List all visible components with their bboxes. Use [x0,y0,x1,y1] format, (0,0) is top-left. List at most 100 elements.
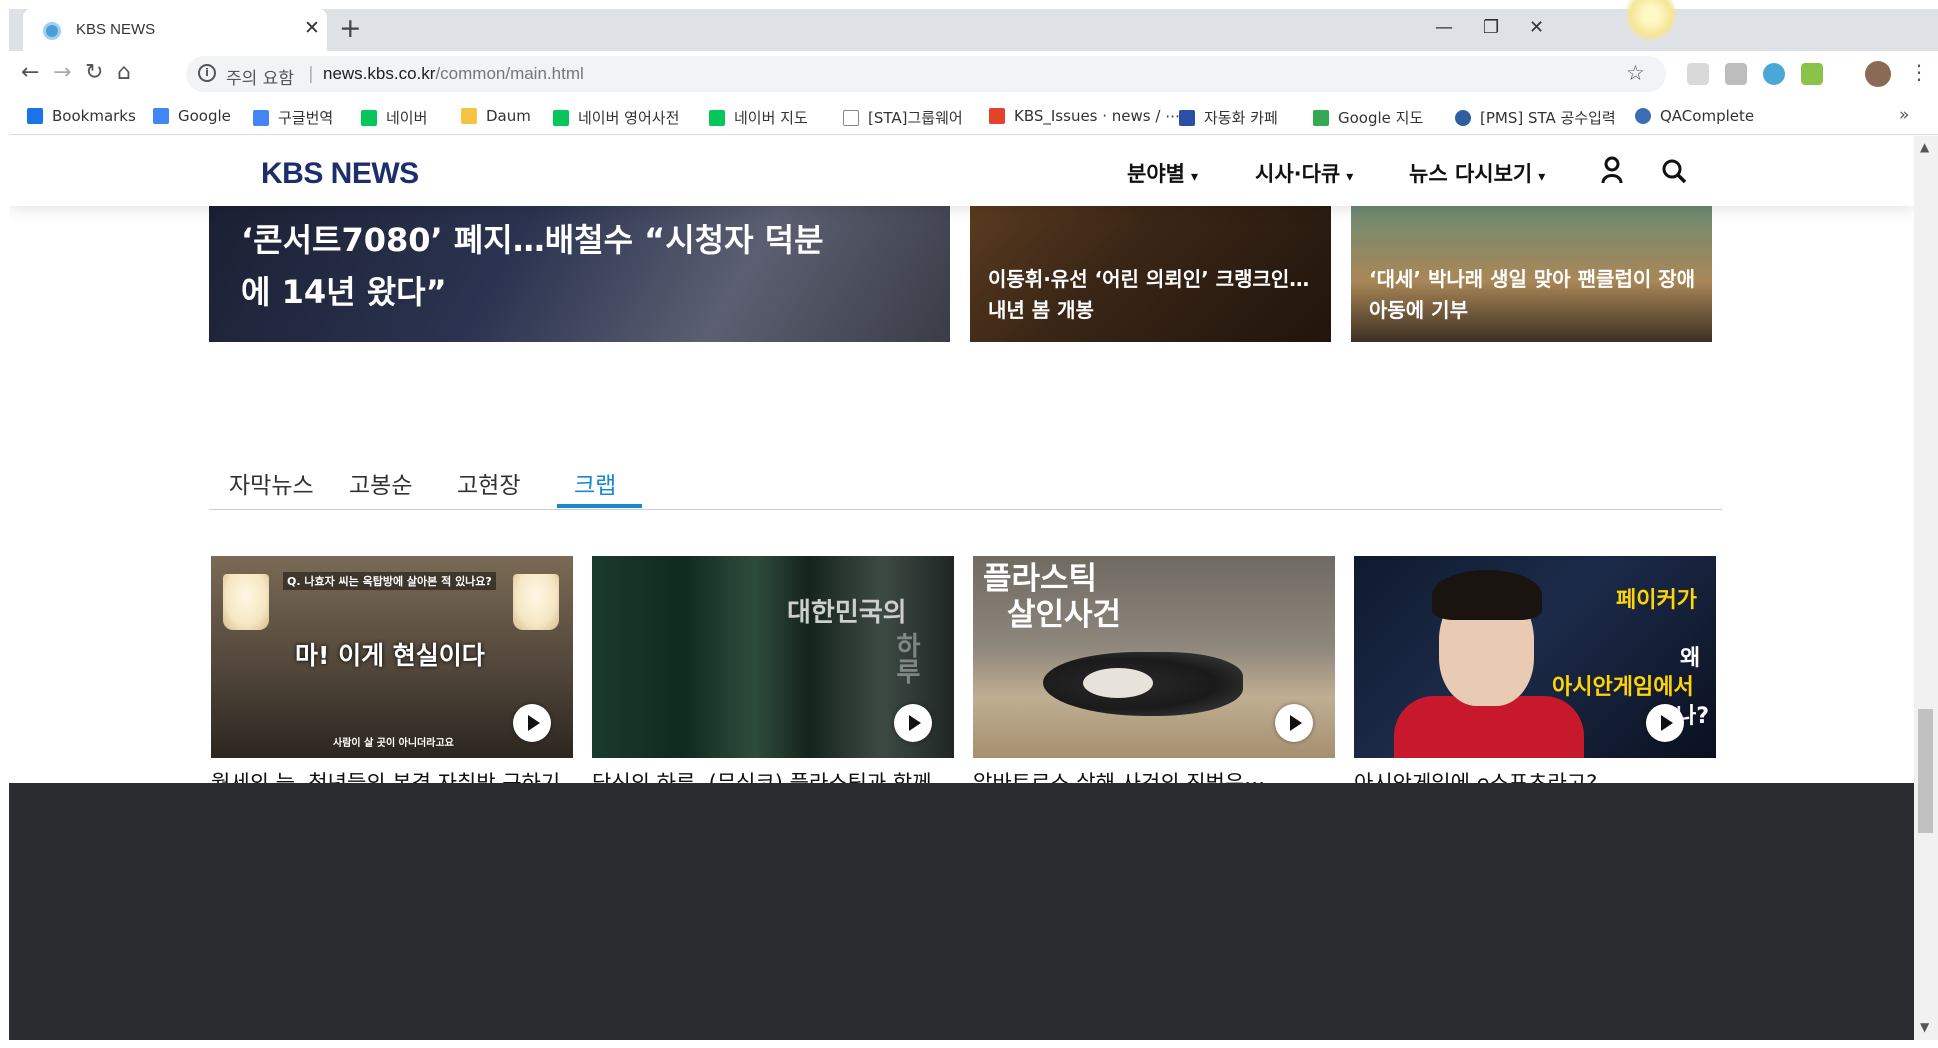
bookmark-label: 네이버 영어사전 [578,109,680,127]
info-icon[interactable]: i [198,64,216,82]
bookmark-label: 네이버 지도 [734,109,808,127]
tab-crab[interactable]: 크랩 [574,466,616,500]
thumb-caption: 살인사건 [1007,597,1122,633]
player-hair-image [1432,570,1542,620]
page-icon [843,110,859,126]
address-url[interactable]: news.kbs.co.kr/common/main.html [323,64,584,84]
nav-current-affairs[interactable]: 시사·다큐 ▾ [1255,158,1353,188]
bookmark-item[interactable]: Google [153,107,231,125]
video-card[interactable]: Q. 나효자 씨는 옥탑방에 살아본 적 있나요? 마! 이게 현실이다 사람이… [211,556,573,799]
thumb-caption: 대한민국의 [787,598,907,628]
bookmark-item[interactable]: KBS_Issues · news / ⋯ [989,107,1180,125]
bookmark-item[interactable]: QAComplete [1635,107,1754,125]
video-card[interactable]: 플라스틱 살인사건 알바트로스 살해 사건의 진범은⋯ [973,556,1335,799]
bookmark-label: [STA]그룹웨어 [868,109,963,127]
browser-tab[interactable]: KBS NEWS ✕ [23,9,327,51]
video-card[interactable]: 페이커가 왜 아시안게임에서 나? 아시안게임에 e스포츠라고? [1354,556,1716,799]
scroll-down-icon[interactable]: ▼ [1920,1020,1929,1034]
new-tab-button[interactable]: + [339,13,362,44]
home-icon[interactable]: ⌂ [117,60,131,85]
thumb-caption: 아시안게임에서 [1552,675,1694,700]
top-news-sub[interactable]: ‘대세’ 박나래 생일 맞아 팬클럽이 장애아동에 기부 [1351,206,1712,342]
cafe-icon [1179,110,1195,126]
naver-dict-icon [553,110,569,126]
close-tab-icon[interactable]: ✕ [304,17,320,39]
bookmark-label: 구글번역 [278,109,334,127]
bookmark-item[interactable]: 자동화 카페 [1179,107,1278,128]
lamp-image [513,574,559,630]
user-icon[interactable] [1601,156,1623,184]
back-icon[interactable]: ← [21,60,39,85]
nav-category[interactable]: 분야별 ▾ [1127,158,1198,188]
bookmark-label: 네이버 [386,109,428,127]
play-icon[interactable] [1646,704,1684,742]
restore-icon[interactable]: ❐ [1483,17,1499,38]
nav-replay[interactable]: 뉴스 다시보기 ▾ [1409,158,1545,188]
bookmark-item[interactable]: 구글번역 [253,107,333,128]
bookmark-item[interactable]: 네이버 지도 [709,107,808,128]
thumb-caption: 왜 [1680,646,1701,671]
albatross-belly-image [1083,668,1153,698]
close-window-icon[interactable]: ✕ [1529,17,1544,38]
page-scrollbar[interactable]: ▲ ▼ [1914,136,1938,1040]
bookmark-label: [PMS] STA 공수입력 [1480,109,1616,127]
forward-icon[interactable]: → [53,60,71,85]
extension-ladder-icon[interactable] [1801,63,1823,85]
page-viewport: KBS NEWS 분야별 ▾ 시사·다큐 ▾ 뉴스 다시보기 ▾ ‘콘서트7080’ … [9,136,1914,1040]
bookmark-label: 자동화 카페 [1204,109,1278,127]
video-thumbnail[interactable]: 대한민국의 하루 [592,556,954,758]
bookmark-label: Google [178,107,231,125]
bookmark-item[interactable]: [STA]그룹웨어 [843,107,963,128]
google-icon [153,108,169,124]
address-separator: | [308,64,314,84]
top-news-sub[interactable]: 이동휘·유선 ‘어린 의뢰인’ 크랭크인…내년 봄 개봉 [970,206,1331,342]
video-thumbnail[interactable]: Q. 나효자 씨는 옥탑방에 살아본 적 있나요? 마! 이게 현실이다 사람이… [211,556,573,758]
lamp-image [223,574,269,630]
browser-toolbar: ← → ↻ ⌂ i 주의 요함 | news.kbs.co.kr/common/… [9,51,1938,97]
tab-subtitle-news[interactable]: 자막뉴스 [229,466,314,500]
extension-ex-icon[interactable] [1725,63,1747,85]
security-warning: 주의 요함 [226,69,294,89]
bookmark-star-icon [27,108,43,124]
scroll-up-icon[interactable]: ▲ [1920,140,1929,154]
reload-icon[interactable]: ↻ [85,60,103,85]
tab-gobongsun[interactable]: 고봉순 [349,466,412,500]
nav-label: 시사·다큐 [1255,162,1341,186]
bookmark-item[interactable]: 네이버 [361,107,427,128]
extension-cast-icon[interactable] [1687,63,1709,85]
bookmark-label: Daum [486,107,531,125]
play-icon[interactable] [894,704,932,742]
bookmark-star-icon[interactable]: ☆ [1626,61,1645,85]
kbs-news-logo[interactable]: KBS NEWS [261,157,419,191]
top-news-sub-title: 이동휘·유선 ‘어린 의뢰인’ 크랭크인…내년 봄 개봉 [988,267,1310,322]
bookmark-item[interactable]: Daum [461,107,531,125]
bookmark-item[interactable]: Google 지도 [1313,107,1423,128]
search-icon[interactable] [1661,158,1687,184]
bookmark-item[interactable]: 네이버 영어사전 [553,107,679,128]
video-thumbnail[interactable]: 페이커가 왜 아시안게임에서 나? [1354,556,1716,758]
bookmark-label: KBS_Issues · news / ⋯ [1014,107,1181,125]
caret-down-icon: ▾ [1346,169,1354,185]
bookmark-item[interactable]: Bookmarks [27,107,136,125]
scroll-thumb[interactable] [1918,709,1933,833]
thumb-caption: 마! 이게 현실이다 [295,641,485,670]
nav-label: 뉴스 다시보기 [1409,162,1533,186]
browser-menu-icon[interactable]: ⋮ [1909,60,1929,84]
extension-arrows-icon[interactable] [1763,63,1785,85]
tab-strip: KBS NEWS ✕ + — ❐ ✕ [9,0,1938,51]
minimize-icon[interactable]: — [1435,17,1453,38]
url-host: news.kbs.co.kr [323,64,436,83]
bookmarks-more-icon[interactable]: » [1899,105,1909,125]
bookmark-item[interactable]: [PMS] STA 공수입력 [1455,107,1616,128]
daum-icon [461,108,477,124]
video-thumbnail[interactable]: 플라스틱 살인사건 [973,556,1335,758]
sun-decoration-icon [1625,0,1677,41]
qacomplete-icon [1635,108,1651,124]
profile-avatar[interactable] [1865,61,1891,87]
play-icon[interactable] [1275,704,1313,742]
play-icon[interactable] [513,704,551,742]
tab-gohyeonjang[interactable]: 고현장 [457,466,520,500]
top-news-main[interactable]: ‘콘서트7080’ 폐지…배철수 “시청자 덕분에 14년 왔다” [209,206,950,342]
address-bar[interactable]: i 주의 요함 | news.kbs.co.kr/common/main.htm… [186,56,1666,92]
naver-map-icon [709,110,725,126]
